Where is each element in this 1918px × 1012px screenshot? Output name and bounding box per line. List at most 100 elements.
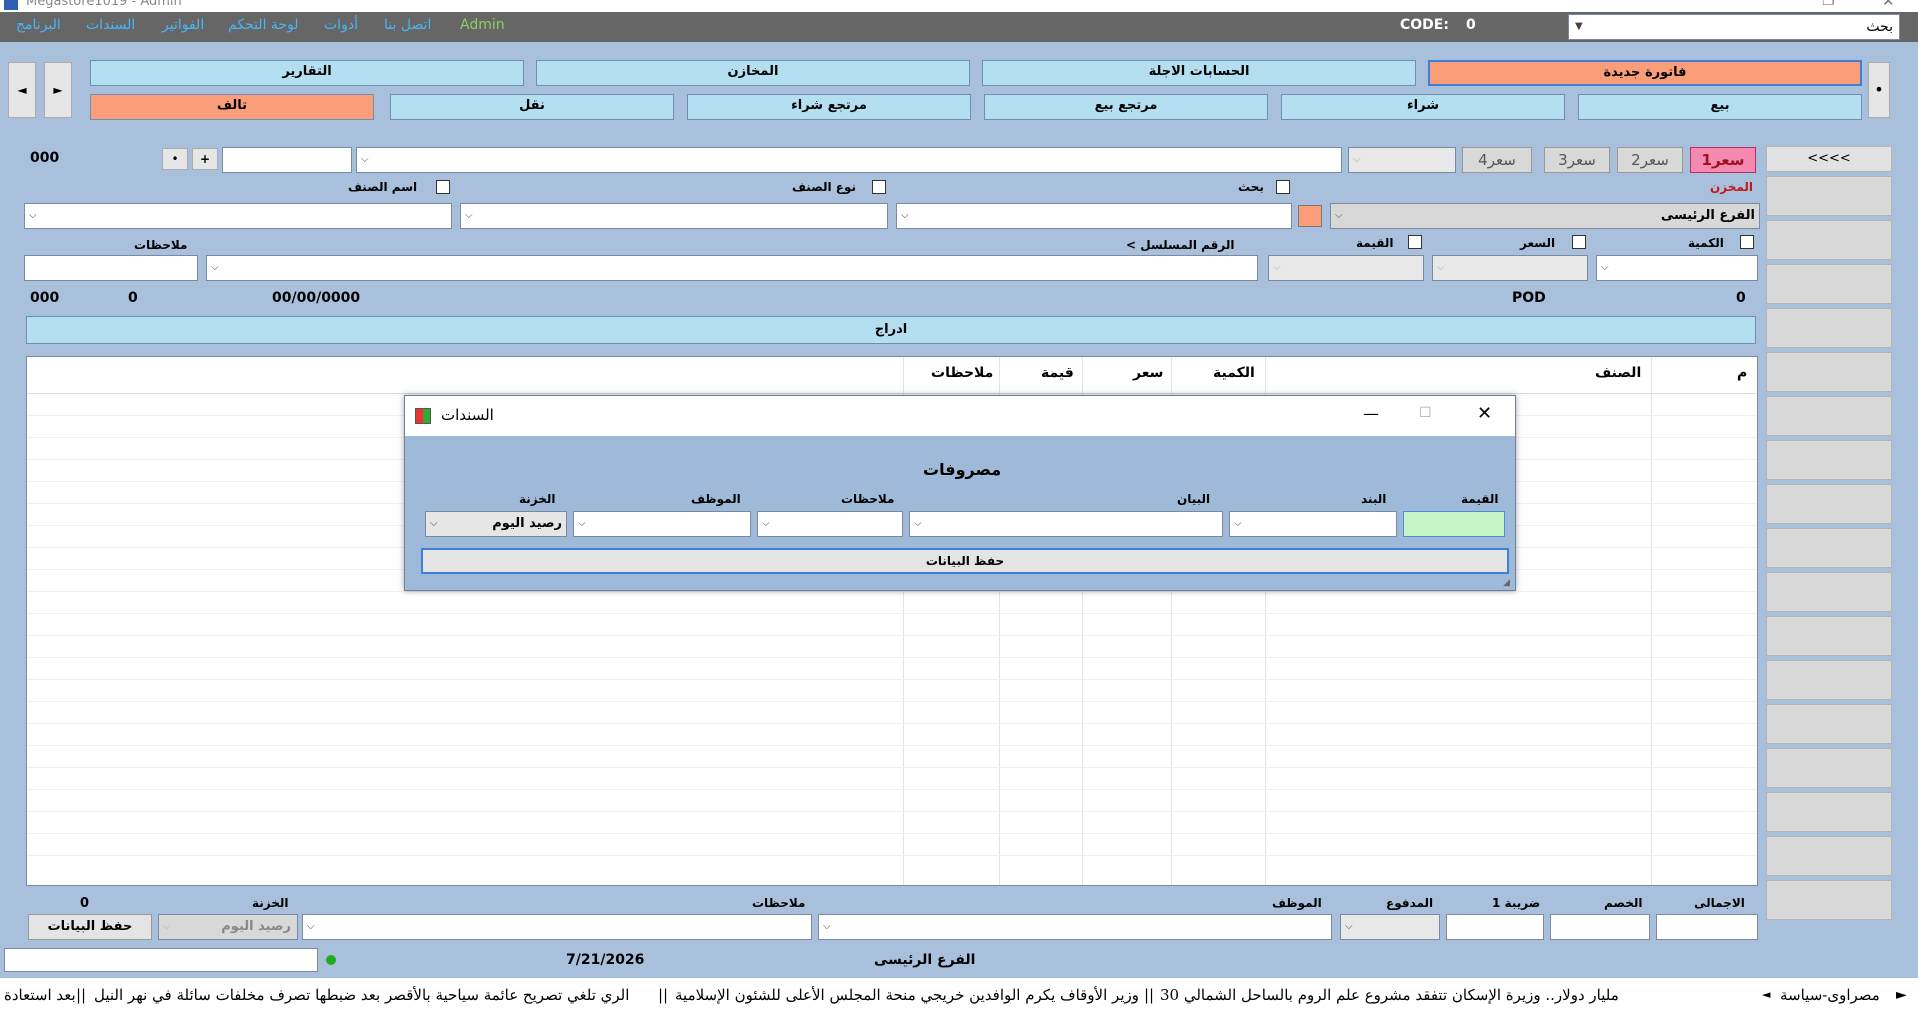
side-button-9[interactable] (1766, 528, 1892, 568)
search-checkbox[interactable] (1276, 180, 1290, 194)
close-icon[interactable]: ✕ (1882, 0, 1895, 10)
dialog-notes-combo[interactable]: ⌵ (757, 511, 903, 537)
item-type-checkbox[interactable] (872, 180, 886, 194)
warehouses-button[interactable]: المخازن (536, 60, 970, 86)
paid-combo[interactable]: ⌵ (1340, 914, 1440, 940)
resize-grip-icon[interactable]: ◢ (1503, 578, 1510, 588)
menu-tools[interactable]: أدوات (324, 17, 358, 33)
damaged-button[interactable]: تالف (90, 94, 374, 120)
prev-nav-button[interactable]: ◄ (8, 62, 36, 118)
employee-combo[interactable]: ⌵ (818, 914, 1332, 940)
menu-control-panel[interactable]: لوحة التحكم (228, 17, 299, 33)
status-input[interactable] (4, 948, 318, 972)
search-combo[interactable]: ▼ بحث (1568, 14, 1900, 40)
value-label: القيمة (1356, 236, 1394, 250)
footer-notes-combo[interactable]: ⌵ (302, 914, 812, 940)
new-invoice-button[interactable]: فاتورة جديدة (1428, 60, 1862, 86)
side-button-13[interactable] (1766, 704, 1892, 744)
nav-back-button[interactable]: <<<< (1766, 146, 1892, 172)
price-label: السعر (1520, 236, 1556, 250)
insert-button[interactable]: ادراج (26, 316, 1756, 344)
sale-button[interactable]: بيع (1578, 94, 1862, 120)
code-label: CODE: (1400, 17, 1449, 33)
item-type-combo[interactable]: ⌵ (460, 203, 888, 229)
side-button-6[interactable] (1766, 396, 1892, 436)
price-tab-4[interactable]: سعر4 (1462, 147, 1532, 173)
side-button-5[interactable] (1766, 352, 1892, 392)
side-button-16[interactable] (1766, 836, 1892, 876)
ticker-headline-3[interactable]: الري تلغي تصريح عائمة سياحية بالأقصر بعد… (94, 978, 629, 1012)
toolbar-menu-button[interactable]: • (1868, 62, 1890, 118)
item-name-checkbox[interactable] (436, 180, 450, 194)
ticker-source: مصراوى-سياسة (1780, 986, 1880, 1004)
search-filter-combo[interactable]: ⌵ (896, 203, 1292, 229)
discount-input[interactable] (1550, 914, 1650, 940)
color-swatch[interactable] (1298, 205, 1322, 227)
ticker-arrow-icon[interactable]: ► (1896, 978, 1907, 1012)
close-icon[interactable]: ✕ (1477, 403, 1492, 424)
menu-vouchers[interactable]: السندات (86, 17, 135, 33)
side-button-7[interactable] (1766, 440, 1892, 480)
side-button-2[interactable] (1766, 220, 1892, 260)
side-button-14[interactable] (1766, 748, 1892, 788)
price-tab-1[interactable]: سعر1 (1690, 147, 1756, 173)
menu-invoices[interactable]: الفواتير (162, 17, 204, 33)
next-nav-button[interactable]: ► (44, 62, 72, 118)
value-checkbox[interactable] (1408, 235, 1422, 249)
dialog-save-button[interactable]: حفظ البيانات (421, 548, 1509, 574)
menu-program[interactable]: البرنامج (16, 17, 61, 33)
side-button-8[interactable] (1766, 484, 1892, 524)
item-name-combo[interactable]: ⌵ (24, 203, 452, 229)
restore-icon[interactable]: ❐ (1822, 0, 1835, 9)
serial-combo[interactable]: ⌵ (206, 255, 1258, 281)
notes-input[interactable] (24, 255, 198, 281)
side-button-15[interactable] (1766, 792, 1892, 832)
value-combo[interactable]: ⌵ (1268, 255, 1424, 281)
ticker-headline-4[interactable]: بعد استعادة (4, 978, 76, 1012)
price-combo[interactable]: ⌵ (1348, 147, 1456, 173)
side-button-3[interactable] (1766, 264, 1892, 304)
footer-treasury-combo[interactable]: ⌵ رصيد اليوم (158, 914, 298, 940)
dialog-treasury-value: رصيد اليوم (492, 516, 562, 531)
store-combo[interactable]: ⌵ الفرع الرئيسى (1330, 203, 1760, 229)
more-button[interactable]: • (162, 148, 188, 170)
barcode-input[interactable] (222, 147, 352, 173)
total-input[interactable] (1656, 914, 1758, 940)
dialog-amount-label: القيمة (1461, 492, 1499, 506)
ticker-headline-1[interactable]: 30 مليار دولار.. وزيرة الإسكان تتفقد مشر… (1160, 978, 1619, 1012)
purchase-return-button[interactable]: مرتجع شراء (687, 94, 971, 120)
tax-input[interactable] (1446, 914, 1544, 940)
ticker-headline-2[interactable]: وزير الأوقاف يكرم الوافدين خريجي منحة ال… (675, 978, 1139, 1012)
dialog-item-combo[interactable]: ⌵ (1229, 511, 1397, 537)
add-button[interactable]: + (192, 148, 218, 170)
minimize-icon[interactable]: — (1363, 404, 1379, 423)
price-tab-3[interactable]: سعر3 (1544, 147, 1610, 173)
sale-return-button[interactable]: مرتجع بيع (984, 94, 1268, 120)
menu-contact-us[interactable]: اتصل بنا (384, 17, 431, 33)
quantity-checkbox[interactable] (1740, 235, 1754, 249)
item-search-combo[interactable]: ⌵ (356, 147, 1342, 173)
side-button-12[interactable] (1766, 660, 1892, 700)
reports-button[interactable]: التقارير (90, 60, 524, 86)
dialog-treasury-combo[interactable]: ⌵ رصيد اليوم (425, 511, 567, 537)
price-tab-2[interactable]: سعر2 (1617, 147, 1683, 173)
side-button-10[interactable] (1766, 572, 1892, 612)
dialog-employee-combo[interactable]: ⌵ (573, 511, 751, 537)
purchase-button[interactable]: شراء (1281, 94, 1565, 120)
dialog-statement-combo[interactable]: ⌵ (909, 511, 1223, 537)
side-button-17[interactable] (1766, 880, 1892, 920)
side-button-1[interactable] (1766, 176, 1892, 216)
transfer-button[interactable]: نقل (390, 94, 674, 120)
dropdown-arrow-icon: ⌵ (762, 518, 770, 529)
side-button-11[interactable] (1766, 616, 1892, 656)
dialog-notes-label: ملاحظات (841, 492, 895, 506)
side-button-4[interactable] (1766, 308, 1892, 348)
dialog-amount-input[interactable] (1403, 511, 1505, 537)
price-value-combo[interactable]: ⌵ (1432, 255, 1588, 281)
discount-label: الخصم (1604, 896, 1643, 910)
price-checkbox[interactable] (1572, 235, 1586, 249)
item-name-label: اسم الصنف (348, 180, 418, 194)
footer-save-button[interactable]: حفظ البيانات (28, 914, 152, 940)
quantity-combo[interactable]: ⌵ (1596, 255, 1758, 281)
deferred-accounts-button[interactable]: الحسابات الاجلة (982, 60, 1416, 86)
